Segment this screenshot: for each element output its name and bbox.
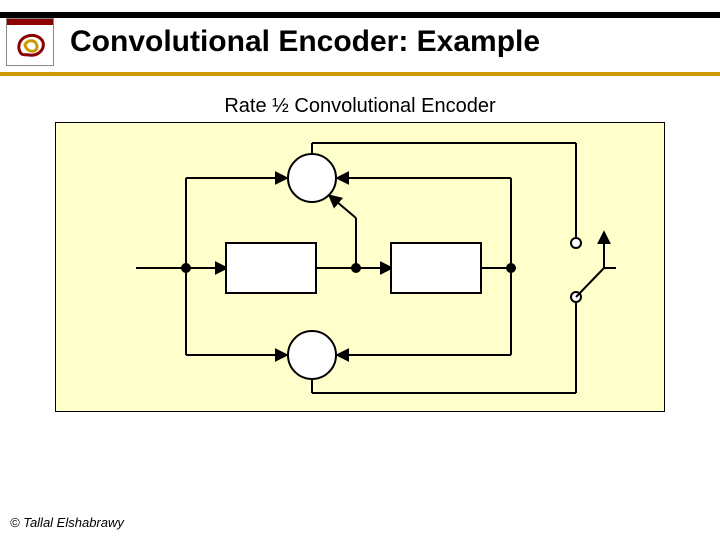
xor-adder-top: [288, 154, 336, 202]
slide-subtitle: Rate ½ Convolutional Encoder: [0, 95, 720, 118]
copyright-footer: © Tallal Elshabrawy: [10, 515, 124, 530]
encoder-svg: [56, 123, 666, 413]
title-underline: [0, 72, 720, 76]
xor-adder-bottom: [288, 331, 336, 379]
encoder-diagram: [55, 122, 665, 412]
logo-swirl-icon: [7, 19, 53, 65]
slide: Convolutional Encoder: Example Rate ½ Co…: [0, 0, 720, 540]
switch-terminal-top: [571, 238, 581, 248]
slide-title: Convolutional Encoder: Example: [70, 25, 710, 59]
switch-arm: [576, 268, 604, 297]
top-black-bar: [0, 12, 720, 18]
shift-register-2: [391, 243, 481, 293]
logo-box: [6, 18, 54, 66]
shift-register-1: [226, 243, 316, 293]
